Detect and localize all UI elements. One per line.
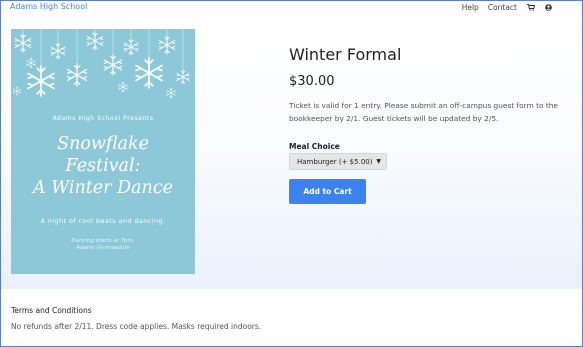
caret-down-icon: ▼ xyxy=(376,158,381,165)
user-icon[interactable] xyxy=(545,4,552,11)
add-to-cart-button[interactable]: Add to Cart xyxy=(289,179,366,204)
product-description: Ticket is valid for 1 entry. Please subm… xyxy=(289,101,559,123)
snowflake-decoration xyxy=(12,29,190,99)
poster-title-line: Snowflake xyxy=(57,134,149,154)
add-to-cart-label: Add to Cart xyxy=(303,187,352,196)
page-frame: Adams High School Help Contact Adams Hig… xyxy=(0,0,583,347)
poster-time: Dancing starts at 7pm, Adams Gymnasium xyxy=(11,238,195,252)
product-price: $30.00 xyxy=(289,74,335,89)
terms-text: No refunds after 2/11. Dress code applie… xyxy=(11,322,262,331)
product-hero: Adams High School Presents Snowflake Fes… xyxy=(1,15,582,289)
poster-tagline: A night of cool beats and dancing. xyxy=(40,217,166,225)
meal-choice-select[interactable]: Hamburger (+ $5.00) ▼ xyxy=(289,153,387,170)
poster-time-line: Dancing starts at 7pm, xyxy=(71,238,135,244)
meal-choice-value: Hamburger (+ $5.00) xyxy=(297,157,373,166)
poster-time-line: Adams Gymnasium xyxy=(76,245,130,251)
nav-right: Help Contact xyxy=(453,3,552,12)
terms-title: Terms and Conditions xyxy=(11,306,92,315)
meal-choice-label: Meal Choice xyxy=(289,142,340,151)
cart-icon[interactable] xyxy=(527,4,535,11)
poster-title-line: A Winter Dance xyxy=(33,178,173,198)
poster-title-line: Festival: xyxy=(65,156,141,176)
nav-link-help[interactable]: Help xyxy=(462,3,479,12)
terms-section: Terms and Conditions No refunds after 2/… xyxy=(1,289,582,346)
poster-title: Snowflake Festival: A Winter Dance xyxy=(11,133,195,199)
event-poster: Adams High School Presents Snowflake Fes… xyxy=(11,29,195,274)
brand-link[interactable]: Adams High School xyxy=(10,2,87,11)
top-nav: Adams High School Help Contact xyxy=(1,1,582,15)
nav-link-contact[interactable]: Contact xyxy=(488,3,517,12)
product-title: Winter Formal xyxy=(289,45,402,64)
poster-presents: Adams High School Presents xyxy=(52,115,154,122)
